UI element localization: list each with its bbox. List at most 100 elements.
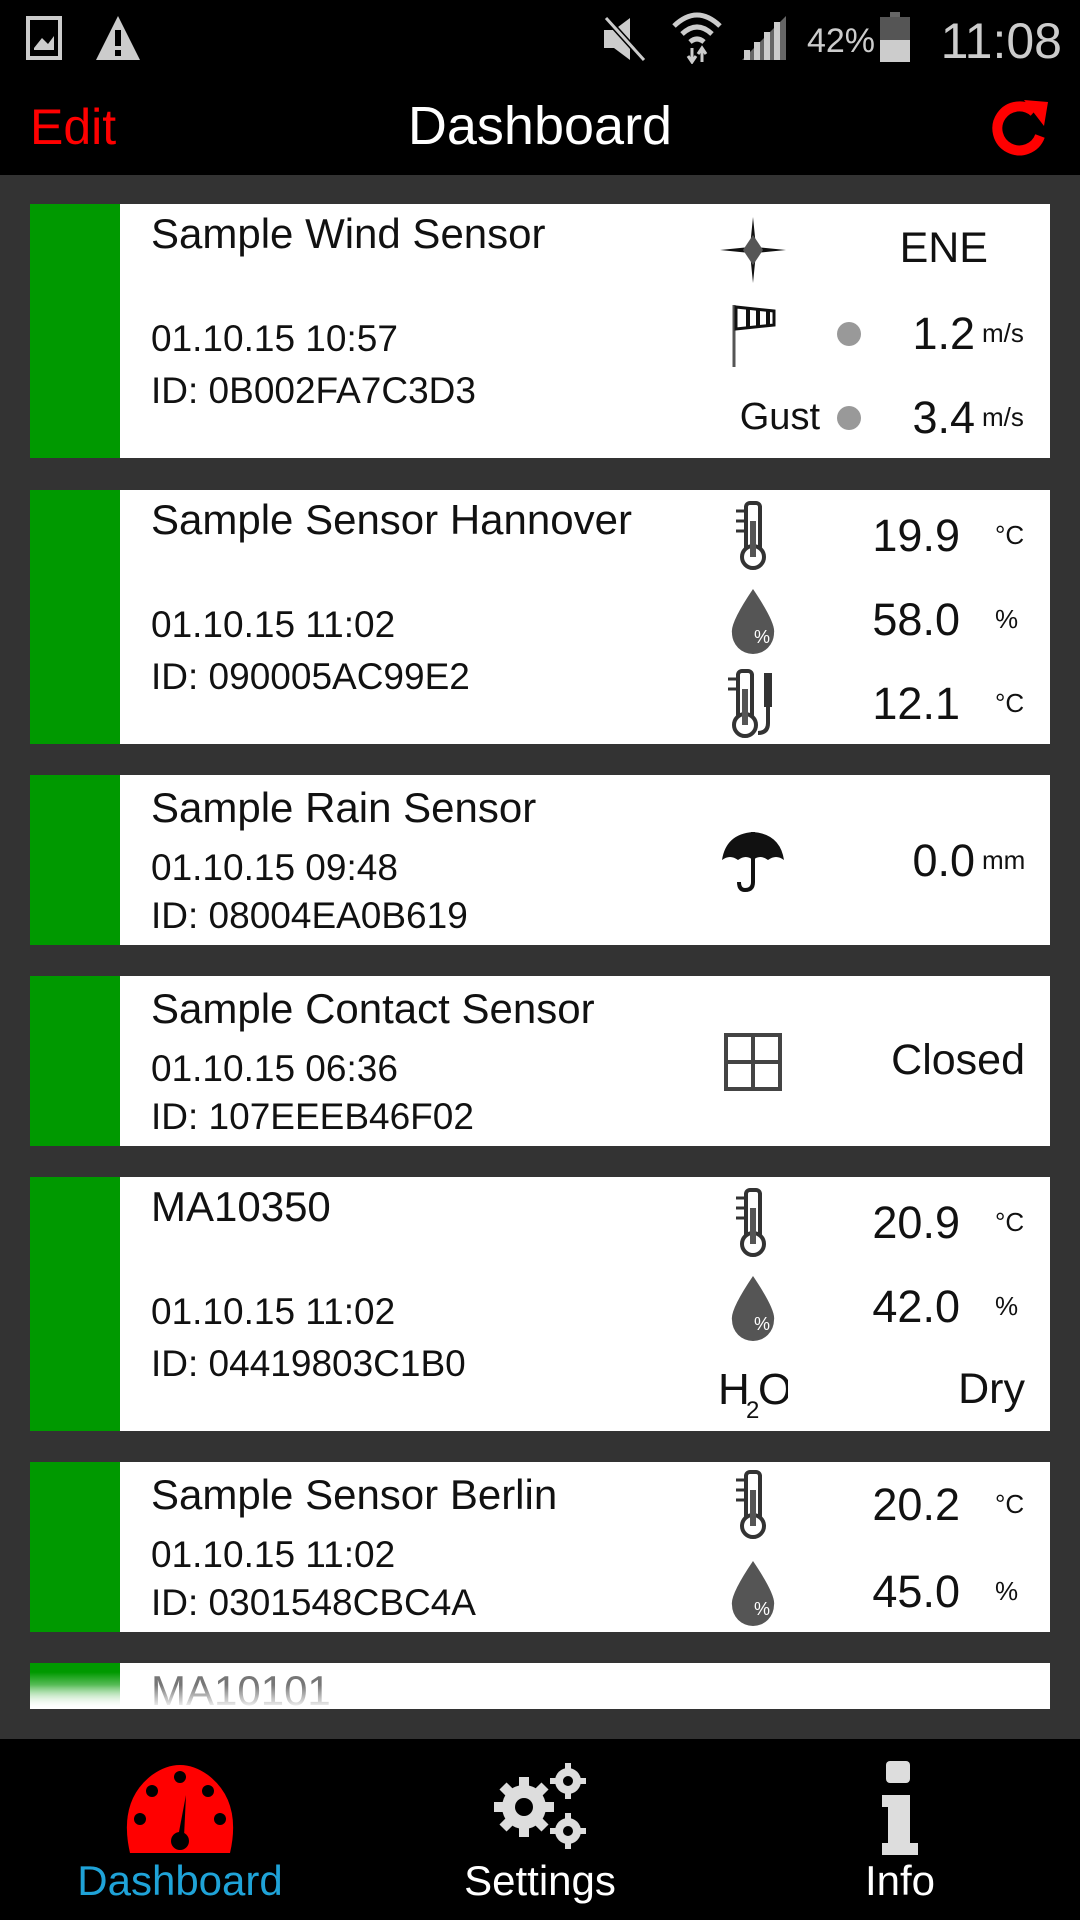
humidity-drop-icon: % bbox=[731, 1276, 775, 1341]
sensor-timestamp: 01.10.15 11:02 bbox=[151, 604, 396, 645]
reading-value: 12.1 bbox=[872, 678, 960, 729]
sensor-name: MA10101 bbox=[151, 1667, 331, 1714]
reading-value: 1.2 bbox=[912, 308, 975, 359]
battery-icon bbox=[880, 12, 910, 62]
status-strip bbox=[30, 1177, 120, 1431]
reading-value: 0.0 bbox=[912, 835, 975, 886]
thermometer-icon bbox=[736, 1188, 766, 1257]
sensor-id: ID: 107EEEB46F02 bbox=[151, 1096, 474, 1137]
svg-text:%: % bbox=[754, 1599, 770, 1619]
reading-unit: % bbox=[995, 604, 1019, 634]
sensor-timestamp: 01.10.15 11:02 bbox=[151, 1291, 396, 1332]
gears-icon bbox=[494, 1763, 586, 1849]
sensor-card[interactable]: MA10101 bbox=[30, 1663, 1050, 1714]
reading-value: 45.0 bbox=[872, 1566, 960, 1617]
edit-button[interactable]: Edit bbox=[30, 98, 116, 156]
sensor-timestamp: 01.10.15 10:57 bbox=[151, 318, 398, 359]
sensor-id: ID: 0301548CBC4A bbox=[151, 1582, 476, 1623]
sensor-name: Sample Rain Sensor bbox=[151, 784, 537, 831]
indicator-dot bbox=[837, 322, 861, 346]
probe-thermometer-icon bbox=[728, 669, 772, 738]
svg-text:O: O bbox=[758, 1365, 788, 1414]
reading-value: 42.0 bbox=[872, 1281, 960, 1332]
status-strip bbox=[30, 1462, 120, 1632]
clock: 11:08 bbox=[940, 13, 1062, 69]
sensor-card[interactable]: Sample Sensor Hannover 01.10.15 11:02 ID: … bbox=[30, 490, 1050, 744]
sensor-card[interactable]: MA10350 01.10.15 11:02 ID: 04419803C1B0 20.… bbox=[30, 1177, 1050, 1431]
reading-value: Closed bbox=[891, 1036, 1025, 1084]
sensor-list[interactable]: Sample Wind Sensor 01.10.15 10:57 ID: 0B00… bbox=[0, 175, 1080, 1739]
sensor-name: Sample Wind Sensor bbox=[151, 210, 546, 257]
sensor-card[interactable]: Sample Contact Sensor 01.10.15 06:36 ID: 1… bbox=[30, 976, 1050, 1146]
status-strip bbox=[30, 490, 120, 744]
refresh-icon[interactable] bbox=[988, 96, 1052, 160]
tab-label: Dashboard bbox=[77, 1857, 283, 1904]
warning-icon bbox=[96, 16, 140, 60]
status-strip bbox=[30, 1663, 120, 1709]
thermometer-icon bbox=[736, 1470, 766, 1539]
signal-icon bbox=[742, 16, 786, 60]
status-strip bbox=[30, 775, 120, 945]
window-icon bbox=[724, 1033, 782, 1091]
compass-icon bbox=[720, 217, 786, 283]
action-bar: Edit Dashboard bbox=[0, 80, 1080, 175]
mute-icon bbox=[603, 16, 647, 62]
thermometer-icon bbox=[736, 501, 766, 570]
reading-unit: °C bbox=[995, 688, 1025, 718]
page-title: Dashboard bbox=[407, 96, 673, 156]
bottom-nav: Dashboard Settings Info bbox=[0, 1739, 1080, 1920]
reading-unit: mm bbox=[982, 845, 1026, 875]
sensor-card[interactable]: Sample Wind Sensor 01.10.15 10:57 ID: 0B00… bbox=[30, 204, 1050, 458]
reading-unit: m/s bbox=[982, 318, 1024, 348]
svg-text:%: % bbox=[754, 1314, 770, 1334]
sensor-name: Sample Sensor Hannover bbox=[151, 496, 632, 543]
reading-unit: °C bbox=[995, 1207, 1025, 1237]
reading-value: 20.9 bbox=[872, 1197, 960, 1248]
wifi-icon bbox=[672, 12, 722, 64]
reading-value: 58.0 bbox=[872, 594, 960, 645]
status-strip bbox=[30, 204, 120, 458]
umbrella-icon bbox=[722, 832, 784, 893]
reading-unit: °C bbox=[995, 520, 1025, 550]
gallery-notification-icon bbox=[26, 16, 62, 60]
status-bar: 42% 11:08 bbox=[0, 0, 1080, 80]
reading-unit: % bbox=[995, 1291, 1019, 1321]
sensor-timestamp: 01.10.15 06:36 bbox=[151, 1048, 398, 1089]
reading-label: Gust bbox=[739, 396, 820, 438]
sensor-name: MA10350 bbox=[151, 1183, 331, 1230]
dashboard-gauge-icon bbox=[126, 1765, 234, 1853]
reading-value: 19.9 bbox=[872, 510, 960, 561]
tab-settings[interactable]: Settings bbox=[360, 1739, 720, 1920]
sensor-card[interactable]: Sample Sensor Berlin 01.10.15 11:02 ID: 03… bbox=[30, 1462, 1050, 1632]
battery-percent: 42% bbox=[806, 22, 875, 60]
sensor-id: ID: 08004EA0B619 bbox=[151, 895, 468, 936]
sensor-name: Sample Contact Sensor bbox=[151, 985, 595, 1032]
sensor-card[interactable]: Sample Rain Sensor 01.10.15 09:48 ID: 0800… bbox=[30, 775, 1050, 945]
sensor-id: ID: 0B002FA7C3D3 bbox=[151, 370, 476, 411]
sensor-name: Sample Sensor Berlin bbox=[151, 1471, 558, 1518]
indicator-dot bbox=[837, 406, 861, 430]
humidity-drop-icon: % bbox=[731, 589, 775, 654]
info-icon bbox=[882, 1761, 918, 1855]
tab-info[interactable]: Info bbox=[720, 1739, 1080, 1920]
svg-text:H: H bbox=[718, 1365, 750, 1414]
windsock-icon bbox=[732, 305, 776, 367]
reading-unit: °C bbox=[995, 1489, 1025, 1519]
water-h2o-icon: H2O bbox=[718, 1365, 788, 1424]
reading-value: Dry bbox=[958, 1365, 1025, 1413]
sensor-timestamp: 01.10.15 09:48 bbox=[151, 847, 398, 888]
reading-unit: % bbox=[995, 1576, 1019, 1606]
tab-label: Info bbox=[864, 1857, 936, 1904]
reading-unit: m/s bbox=[982, 402, 1024, 432]
tab-label: Settings bbox=[464, 1857, 616, 1904]
reading-value: 20.2 bbox=[872, 1479, 960, 1530]
reading-value: 3.4 bbox=[912, 392, 975, 443]
svg-text:%: % bbox=[754, 627, 770, 647]
humidity-drop-icon: % bbox=[731, 1561, 775, 1626]
status-strip bbox=[30, 976, 120, 1146]
tab-dashboard[interactable]: Dashboard bbox=[0, 1739, 360, 1920]
sensor-id: ID: 04419803C1B0 bbox=[151, 1343, 466, 1384]
sensor-id: ID: 090005AC99E2 bbox=[151, 656, 470, 697]
reading-value: ENE bbox=[899, 224, 988, 272]
sensor-timestamp: 01.10.15 11:02 bbox=[151, 1534, 396, 1575]
